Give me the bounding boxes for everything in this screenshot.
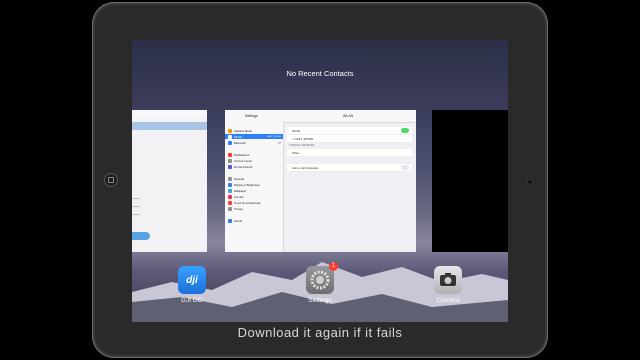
sidebar-item-control-center[interactable]: Control Center: [228, 158, 283, 163]
sidebar-item-privacy[interactable]: Privacy: [228, 206, 283, 211]
sidebar-item-airplane-mode[interactable]: Airplane Mode: [228, 128, 283, 133]
settings-detail-title: WLAN: [343, 114, 354, 118]
sidebar-item-sounds[interactable]: Sounds: [228, 194, 283, 199]
sidebar-item-wallpaper[interactable]: Wallpaper: [228, 188, 283, 193]
sidebar-item-do-not-disturb[interactable]: Do Not Disturb: [228, 164, 283, 169]
wlan-toggle-row[interactable]: WLAN: [287, 127, 412, 135]
choose-network-caption: CHOOSE A NETWORK...: [289, 144, 317, 147]
home-button[interactable]: [104, 173, 118, 187]
settings-sidebar-title: Settings: [245, 114, 258, 118]
dock-app-dji-go[interactable]: dji DJI GO: [172, 266, 212, 304]
dock-app-settings[interactable]: 1 Settings: [300, 262, 340, 304]
sidebar-item-icloud[interactable]: iCloud: [228, 218, 283, 223]
sidebar-item-touch-id[interactable]: Touch ID & Passcode: [228, 200, 283, 205]
camera-label: Camera: [436, 297, 460, 304]
front-camera: [527, 179, 533, 185]
sidebar-item-wlan[interactable]: WLAN FAST_507960: [225, 134, 283, 139]
connected-network-row[interactable]: ✓ FAST_507960: [287, 135, 412, 143]
sidebar-item-general[interactable]: General: [228, 176, 283, 181]
app-card-left[interactable]: [132, 110, 207, 252]
sidebar-item-notifications[interactable]: Notifications: [228, 152, 283, 157]
settings-app-card[interactable]: Settings WLAN Airplane Mode WLAN FAST_507…: [225, 110, 416, 252]
wlan-detail: WLAN ✓ FAST_507960 CHOOSE A NETWORK... O…: [283, 122, 416, 252]
camera-icon[interactable]: [434, 266, 462, 294]
app-switcher-screen: No Recent Contacts Settings WLAN Airplan…: [132, 40, 508, 322]
no-recent-contacts-label: No Recent Contacts: [286, 69, 354, 78]
dji-go-icon[interactable]: dji: [178, 266, 206, 294]
wlan-toggle[interactable]: [401, 128, 409, 133]
ask-to-join-toggle[interactable]: [401, 165, 409, 170]
sidebar-item-bluetooth[interactable]: Bluetooth Off: [228, 140, 283, 145]
video-caption: Download it again if it fails: [237, 325, 403, 340]
ask-to-join-row[interactable]: Ask to Join Networks: [287, 164, 412, 172]
settings-label: Settings: [308, 297, 332, 304]
dock-app-camera[interactable]: Camera: [428, 266, 468, 304]
app-card-right[interactable]: [432, 110, 508, 252]
settings-icon[interactable]: 1: [306, 262, 338, 294]
dji-go-label: DJI GO: [181, 297, 203, 304]
other-network-row[interactable]: Other...: [287, 149, 412, 157]
sidebar-item-display-brightness[interactable]: Display & Brightness: [228, 182, 283, 187]
settings-badge: 1: [329, 262, 338, 271]
